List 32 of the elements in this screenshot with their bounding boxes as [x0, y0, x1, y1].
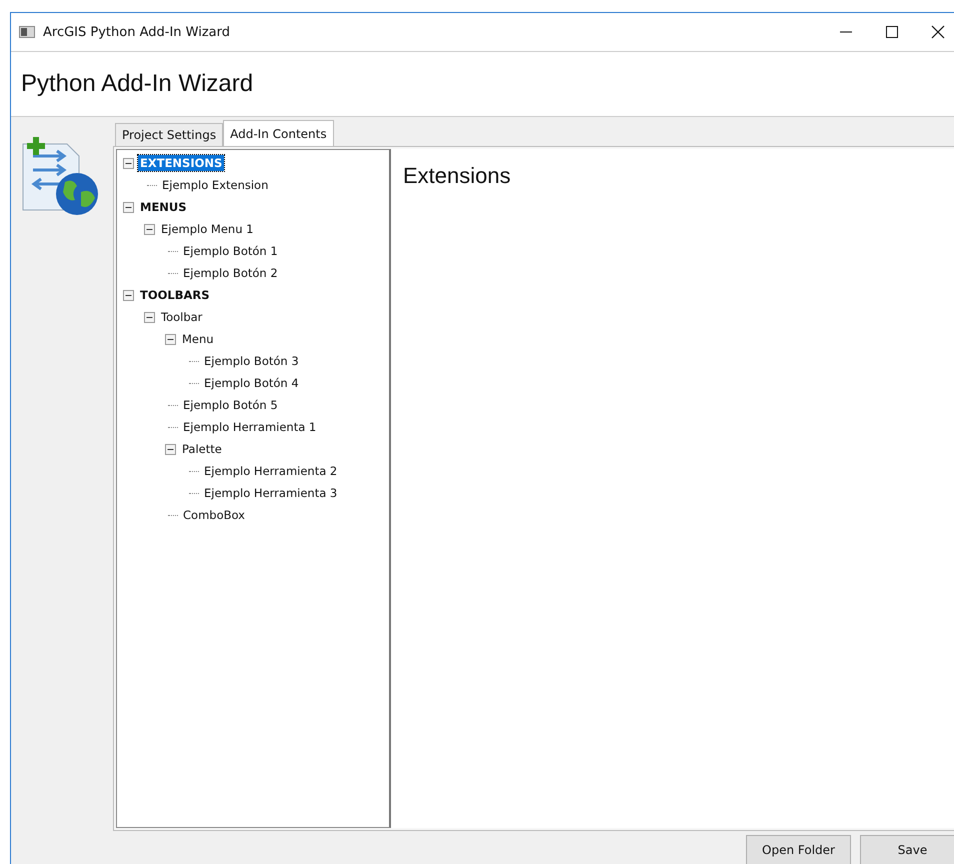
tree-item[interactable]: Ejemplo Botón 2 [181, 265, 280, 281]
collapse-icon[interactable] [123, 290, 134, 300]
tree-item[interactable]: Menu [180, 331, 216, 347]
tree-item[interactable]: Ejemplo Botón 4 [202, 375, 301, 391]
tree-item[interactable]: Toolbar [159, 309, 204, 325]
collapse-icon[interactable] [123, 158, 134, 168]
collapse-icon[interactable] [144, 224, 155, 234]
tree-item[interactable]: MENUS [138, 199, 189, 215]
tree-item[interactable]: Ejemplo Botón 3 [202, 353, 301, 369]
tree-item[interactable]: Ejemplo Botón 5 [181, 397, 280, 413]
window-icon [19, 26, 35, 38]
collapse-icon[interactable] [123, 202, 134, 212]
collapse-icon[interactable] [165, 334, 176, 344]
tree-item[interactable]: Ejemplo Herramienta 1 [181, 419, 318, 435]
collapse-icon[interactable] [144, 312, 155, 322]
tree-item[interactable]: Ejemplo Botón 1 [181, 243, 280, 259]
tab[interactable]: Project Settings [115, 123, 224, 146]
dialog-button[interactable]: Save [860, 835, 954, 864]
tree-item[interactable]: Ejemplo Herramienta 3 [202, 485, 340, 501]
dialog-button[interactable]: Open Folder [746, 835, 851, 864]
wizard-heading: Python Add-In Wizard [21, 70, 254, 98]
tree-item[interactable]: EXTENSIONS [138, 155, 224, 171]
window-title: ArcGIS Python Add-In Wizard [43, 24, 230, 40]
tree-item[interactable]: Ejemplo Extension [160, 177, 270, 193]
tab[interactable]: Add-In Contents [223, 120, 334, 146]
tree-item[interactable]: Palette [180, 441, 224, 457]
tree-item[interactable]: ComboBox [181, 507, 247, 523]
tree-item[interactable]: Ejemplo Herramienta 2 [202, 463, 340, 479]
collapse-icon[interactable] [165, 444, 176, 454]
tree-item[interactable]: Ejemplo Menu 1 [159, 221, 256, 237]
section-heading: Extensions [403, 163, 511, 188]
tree-item[interactable]: TOOLBARS [138, 287, 212, 303]
